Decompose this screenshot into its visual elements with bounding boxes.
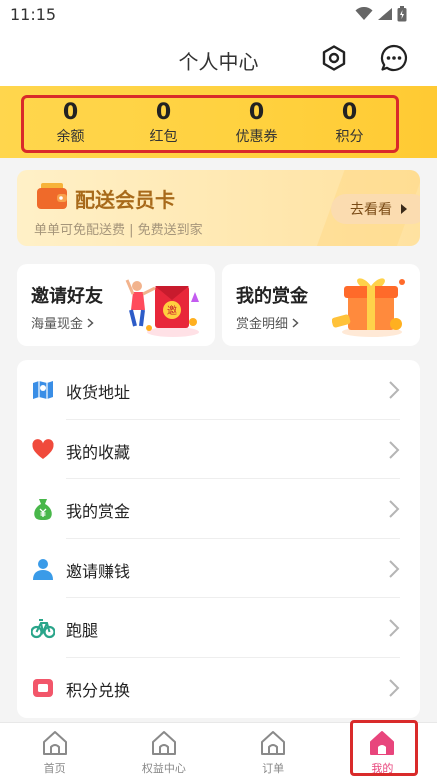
nav-item-orders[interactable]: 订单 [219, 723, 328, 777]
signal-icon [378, 8, 392, 20]
chevron-right-icon [389, 500, 400, 518]
menu-label: 邀请赚钱 [66, 561, 131, 581]
stats-band: 0 余额 0 红包 0 优惠券 0 积分 [0, 86, 437, 158]
my-bounty-card[interactable]: 我的赏金 赏金明细 [222, 264, 420, 346]
nav-label: 我的 [371, 762, 394, 775]
promo-subtitle-text: 赏金明细 [236, 317, 289, 332]
status-time: 11:15 [10, 5, 57, 24]
promo-subtitle: 海量现金 [31, 313, 94, 332]
go-see-label: 去看看 [350, 202, 392, 218]
stat-coupons[interactable]: 0 优惠券 [210, 98, 303, 150]
menu-label: 积分兑换 [66, 681, 131, 700]
delivery-member-card[interactable]: 配送会员卡 单单可免配送费 | 免费送到家 去看看 [17, 170, 420, 246]
caret-right-icon [401, 204, 407, 214]
nav-item-benefits[interactable]: 权益中心 [109, 723, 218, 777]
wifi-icon [355, 7, 373, 20]
home-icon [261, 731, 286, 755]
chevron-right-icon [389, 619, 400, 638]
stat-value: 0 [341, 100, 358, 125]
message-button[interactable] [378, 42, 410, 74]
menu-label: 我的赏金 [66, 502, 131, 522]
settings-hexagon-icon [322, 45, 346, 71]
bicycle-icon [31, 619, 55, 639]
nav-label: 首页 [43, 762, 66, 775]
home-icon [42, 731, 67, 755]
menu-item-address[interactable]: 收货地址 [17, 360, 420, 420]
chat-bubble-icon [380, 44, 407, 72]
stat-points[interactable]: 0 积分 [303, 98, 396, 150]
page-title: 个人中心 [178, 50, 259, 74]
user-icon [33, 558, 53, 580]
stat-value: 0 [248, 100, 265, 125]
promo-subtitle: 赏金明细 [236, 313, 299, 332]
chevron-right-icon [389, 560, 400, 578]
menu-list: 收货地址 我的收藏 我的赏金 邀请赚钱 跑腿 积分兑换 [17, 360, 420, 718]
stat-value: 0 [62, 100, 79, 125]
nav-label: 权益中心 [141, 762, 186, 775]
chevron-right-icon [389, 679, 400, 697]
promo-title: 邀请好友 [31, 286, 103, 307]
stat-balance[interactable]: 0 余额 [24, 98, 117, 150]
menu-label: 收货地址 [66, 383, 131, 402]
member-card-subtitle: 单单可免配送费 | 免费送到家 [34, 223, 203, 238]
home-icon [151, 731, 176, 755]
menu-item-favorites[interactable]: 我的收藏 [17, 420, 420, 480]
map-icon [33, 381, 53, 399]
menu-item-invite-earn[interactable]: 邀请赚钱 [17, 539, 420, 599]
chevron-right-icon [389, 381, 400, 399]
nav-item-mine[interactable]: 我的 [328, 723, 437, 777]
money-bag-icon [34, 499, 52, 521]
bottom-nav: 首页 权益中心 订单 我的 [0, 722, 437, 777]
settings-button[interactable] [318, 42, 350, 74]
invite-red-envelope-illustration: 邀 [125, 279, 199, 337]
menu-item-points-exchange[interactable]: 积分兑换 [17, 658, 420, 718]
stat-label: 红包 [149, 129, 178, 145]
status-bar: 11:15 [0, 0, 437, 30]
heart-icon [32, 438, 54, 459]
header: 个人中心 [0, 30, 437, 86]
status-icons [355, 6, 407, 22]
chevron-right-icon [292, 318, 299, 328]
menu-label: 我的收藏 [66, 442, 131, 462]
stat-label: 积分 [335, 129, 364, 145]
stat-label: 优惠券 [235, 129, 278, 145]
points-icon [33, 679, 53, 697]
promo-subtitle-text: 海量现金 [31, 317, 84, 332]
wallet-card-icon [37, 183, 67, 209]
menu-label: 跑腿 [66, 621, 99, 641]
chevron-right-icon [389, 440, 400, 459]
stat-value: 0 [155, 100, 172, 125]
stat-label: 余额 [56, 129, 85, 145]
go-see-button[interactable]: 去看看 [331, 194, 420, 224]
home-icon [370, 731, 395, 755]
invite-art-glyph: 邀 [167, 304, 177, 317]
promo-title: 我的赏金 [236, 286, 308, 307]
member-card-title: 配送会员卡 [75, 188, 175, 212]
chevron-right-icon [87, 318, 94, 328]
menu-item-bounty[interactable]: 我的赏金 [17, 479, 420, 539]
menu-item-errand[interactable]: 跑腿 [17, 598, 420, 658]
stat-red-packet[interactable]: 0 红包 [117, 98, 210, 150]
nav-item-home[interactable]: 首页 [0, 723, 109, 777]
nav-label: 订单 [262, 762, 285, 775]
invite-friends-card[interactable]: 邀请好友 海量现金 邀 [17, 264, 215, 346]
stats-highlight-box: 0 余额 0 红包 0 优惠券 0 积分 [21, 95, 399, 153]
battery-icon [397, 6, 407, 22]
gift-box-illustration [332, 278, 405, 337]
